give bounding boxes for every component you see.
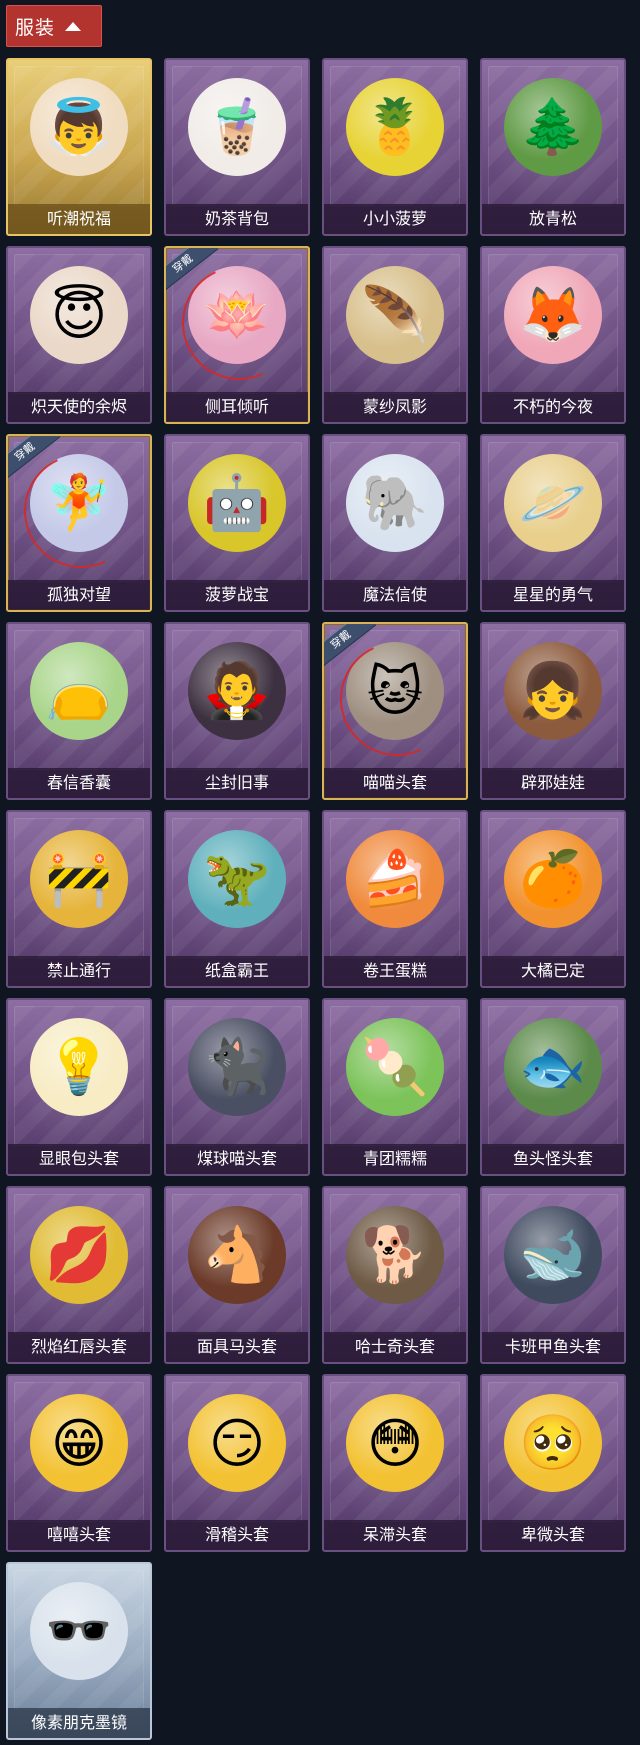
item-art-icon: 🐘 (346, 454, 444, 552)
item-card[interactable]: 😏 滑稽头套 (164, 1374, 310, 1552)
item-art-icon: 🐈‍⬛ (188, 1018, 286, 1116)
item-name: 青团糯糯 (324, 1144, 466, 1174)
item-card[interactable]: 👼 听潮祝福 (6, 58, 152, 236)
item-name: 尘封旧事 (166, 768, 308, 798)
item-name: 魔法信使 (324, 580, 466, 610)
item-art-icon: 👧 (504, 642, 602, 740)
item-name: 卡班甲鱼头套 (482, 1332, 624, 1362)
item-name: 小小菠萝 (324, 204, 466, 234)
item-art-icon: 💋 (30, 1206, 128, 1304)
item-card[interactable]: 😁 嘻嘻头套 (6, 1374, 152, 1552)
item-name: 纸盒霸王 (166, 956, 308, 986)
item-name: 煤球喵头套 (166, 1144, 308, 1174)
item-art-icon: 🍡 (346, 1018, 444, 1116)
item-art-icon: 🍰 (346, 830, 444, 928)
item-art-icon: 🧛 (188, 642, 286, 740)
item-card[interactable]: 🪷 穿戴 侧耳倾听 (164, 246, 310, 424)
item-name: 喵喵头套 (324, 768, 466, 798)
item-art-icon: 😁 (30, 1394, 128, 1492)
item-grid: 👼 听潮祝福 🧋 奶茶背包 🍍 小小菠萝 🌲 放青松 😇 炽天使的余烬 🪷 穿戴 侧耳倾听 🪶 蒙纱凤影 🦊 不… (0, 0, 640, 1745)
item-card[interactable]: 🐕 哈士奇头套 (322, 1186, 468, 1364)
item-name: 星星的勇气 (482, 580, 624, 610)
item-card[interactable]: 🐋 卡班甲鱼头套 (480, 1186, 626, 1364)
item-name: 奶茶背包 (166, 204, 308, 234)
item-art-icon: 😳 (346, 1394, 444, 1492)
item-name: 鱼头怪头套 (482, 1144, 624, 1174)
item-art-icon: 😇 (30, 266, 128, 364)
item-name: 面具马头套 (166, 1332, 308, 1362)
item-art-icon: 🐟 (504, 1018, 602, 1116)
item-name: 卑微头套 (482, 1520, 624, 1550)
item-name: 哈士奇头套 (324, 1332, 466, 1362)
item-name: 蒙纱凤影 (324, 392, 466, 422)
item-name: 大橘已定 (482, 956, 624, 986)
item-art-icon: 🌲 (504, 78, 602, 176)
item-art-icon: 🧋 (188, 78, 286, 176)
item-name: 听潮祝福 (8, 204, 150, 234)
item-card[interactable]: 🐈‍⬛ 煤球喵头套 (164, 998, 310, 1176)
item-art-icon: 🍊 (504, 830, 602, 928)
item-name: 菠萝战宝 (166, 580, 308, 610)
item-art-icon: 🤖 (188, 454, 286, 552)
item-art-icon: 😏 (188, 1394, 286, 1492)
item-card[interactable]: 🕶️ 像素朋克墨镜 (6, 1562, 152, 1740)
item-name: 显眼包头套 (8, 1144, 150, 1174)
item-name: 禁止通行 (8, 956, 150, 986)
item-art-icon: 🐕 (346, 1206, 444, 1304)
item-card[interactable]: 🐱 穿戴 喵喵头套 (322, 622, 468, 800)
item-card[interactable]: 🐴 面具马头套 (164, 1186, 310, 1364)
item-name: 侧耳倾听 (166, 392, 308, 422)
item-name: 春信香囊 (8, 768, 150, 798)
item-card[interactable]: 🧋 奶茶背包 (164, 58, 310, 236)
item-card[interactable]: 💡 显眼包头套 (6, 998, 152, 1176)
item-art-icon: 👼 (30, 78, 128, 176)
item-card[interactable]: 😇 炽天使的余烬 (6, 246, 152, 424)
item-card[interactable]: 🧚 穿戴 孤独对望 (6, 434, 152, 612)
item-name: 炽天使的余烬 (8, 392, 150, 422)
item-name: 放青松 (482, 204, 624, 234)
item-art-icon: 👝 (30, 642, 128, 740)
item-card[interactable]: 🪐 星星的勇气 (480, 434, 626, 612)
item-art-icon: 🦊 (504, 266, 602, 364)
item-name: 辟邪娃娃 (482, 768, 624, 798)
item-art-icon: 🐋 (504, 1206, 602, 1304)
item-card[interactable]: 👧 辟邪娃娃 (480, 622, 626, 800)
item-card[interactable]: 🧛 尘封旧事 (164, 622, 310, 800)
item-card[interactable]: 😳 呆滞头套 (322, 1374, 468, 1552)
item-name: 孤独对望 (8, 580, 150, 610)
item-card[interactable]: 💋 烈焰红唇头套 (6, 1186, 152, 1364)
item-card[interactable]: 🐘 魔法信使 (322, 434, 468, 612)
item-art-icon: 🐴 (188, 1206, 286, 1304)
item-name: 像素朋克墨镜 (8, 1708, 150, 1738)
item-card[interactable]: 🍡 青团糯糯 (322, 998, 468, 1176)
item-name: 不朽的今夜 (482, 392, 624, 422)
item-card[interactable]: 🍊 大橘已定 (480, 810, 626, 988)
item-art-icon: 🦖 (188, 830, 286, 928)
item-art-icon: 🪐 (504, 454, 602, 552)
item-art-icon: 🥺 (504, 1394, 602, 1492)
item-name: 嘻嘻头套 (8, 1520, 150, 1550)
item-card[interactable]: 🐟 鱼头怪头套 (480, 998, 626, 1176)
item-art-icon: 🚧 (30, 830, 128, 928)
item-card[interactable]: 🪶 蒙纱凤影 (322, 246, 468, 424)
item-art-icon: 🕶️ (30, 1582, 128, 1680)
item-card[interactable]: 🚧 禁止通行 (6, 810, 152, 988)
item-card[interactable]: 🤖 菠萝战宝 (164, 434, 310, 612)
item-card[interactable]: 🍍 小小菠萝 (322, 58, 468, 236)
item-art-icon: 🪶 (346, 266, 444, 364)
item-card[interactable]: 🦊 不朽的今夜 (480, 246, 626, 424)
item-name: 呆滞头套 (324, 1520, 466, 1550)
item-name: 卷王蛋糕 (324, 956, 466, 986)
item-card[interactable]: 👝 春信香囊 (6, 622, 152, 800)
item-art-icon: 🍍 (346, 78, 444, 176)
item-card[interactable]: 🦖 纸盒霸王 (164, 810, 310, 988)
item-name: 滑稽头套 (166, 1520, 308, 1550)
item-card[interactable]: 🍰 卷王蛋糕 (322, 810, 468, 988)
item-card[interactable]: 🥺 卑微头套 (480, 1374, 626, 1552)
item-card[interactable]: 🌲 放青松 (480, 58, 626, 236)
item-name: 烈焰红唇头套 (8, 1332, 150, 1362)
item-art-icon: 💡 (30, 1018, 128, 1116)
